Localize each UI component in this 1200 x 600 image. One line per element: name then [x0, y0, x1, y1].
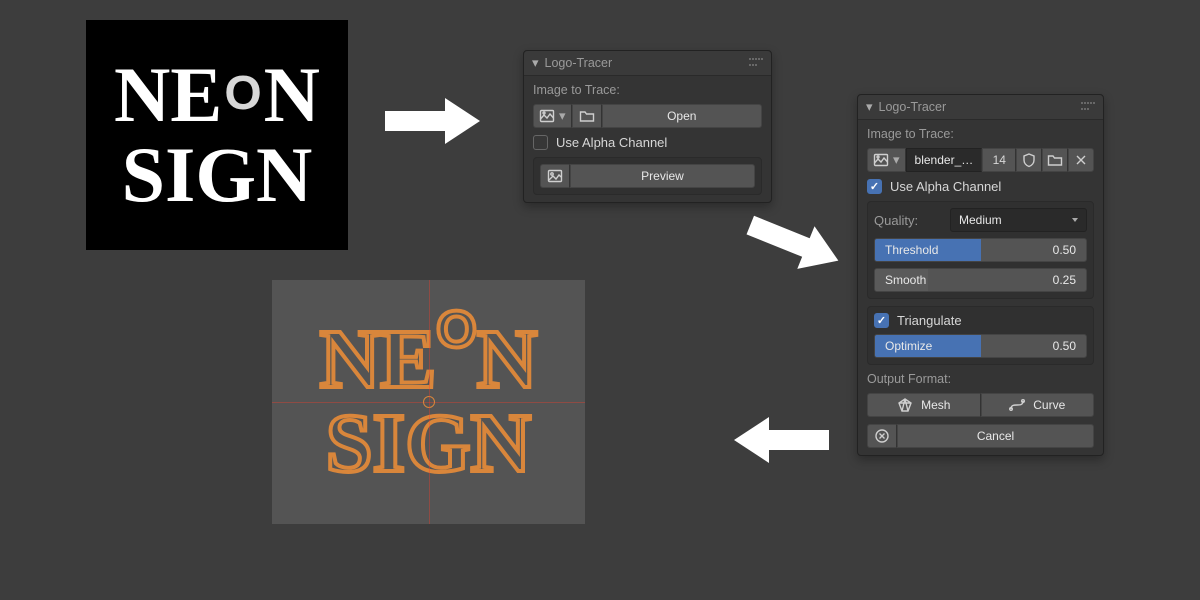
preview-button[interactable]: Preview	[570, 164, 755, 188]
chevron-down-icon: ▾	[893, 152, 900, 168]
out-neon-part2: N	[477, 318, 538, 402]
cancel-icon	[874, 428, 890, 444]
curve-button[interactable]: Curve	[981, 393, 1095, 417]
origin-marker-icon	[423, 396, 435, 408]
shield-icon	[1021, 152, 1037, 168]
src-neon-part1: NE	[114, 56, 222, 134]
smooth-value: 0.25	[1053, 273, 1086, 287]
checkbox-on-icon	[874, 313, 889, 328]
close-icon	[1073, 152, 1089, 168]
render-image-icon	[547, 168, 563, 184]
fake-user-button[interactable]	[1016, 148, 1042, 172]
drag-grip-icon[interactable]	[1081, 102, 1095, 112]
out-neon-o: O	[436, 300, 476, 384]
chevron-down-icon: ▾	[559, 108, 566, 124]
arrow-diag-icon	[745, 195, 875, 275]
panel-header[interactable]: ▾ Logo-Tracer	[858, 95, 1103, 120]
arrow-left-icon	[724, 415, 834, 465]
folder-icon	[1047, 152, 1063, 168]
triangulate-group: Triangulate Optimize 0.50	[867, 306, 1094, 365]
mesh-button[interactable]: Mesh	[867, 393, 981, 417]
smooth-slider[interactable]: Smooth 0.25	[874, 268, 1087, 292]
logo-tracer-panel-simple: ▾ Logo-Tracer Image to Trace: ▾ Open Use…	[523, 50, 772, 203]
optimize-value: 0.50	[1053, 339, 1086, 353]
file-name-field[interactable]: blender_…	[906, 148, 983, 172]
open-button[interactable]: Open	[602, 104, 762, 128]
checkbox-off-icon	[533, 135, 548, 150]
folder-button[interactable]	[1042, 148, 1068, 172]
src-sign: SIGN	[122, 136, 313, 214]
source-image: NE O N SIGN	[86, 20, 348, 250]
cancel-icon-button[interactable]	[867, 424, 897, 448]
panel-title: Logo-Tracer	[879, 100, 1081, 114]
folder-button[interactable]	[572, 104, 602, 128]
out-neon-part1: NE	[320, 318, 437, 402]
use-alpha-checkbox[interactable]: Use Alpha Channel	[867, 179, 1094, 194]
src-neon-part2: N	[264, 56, 320, 134]
optimize-slider[interactable]: Optimize 0.50	[874, 334, 1087, 358]
curve-icon	[1009, 397, 1025, 413]
disclosure-triangle-icon: ▾	[866, 99, 873, 115]
output-format-label: Output Format:	[867, 372, 1094, 386]
logo-tracer-panel-full: ▾ Logo-Tracer Image to Trace: ▾ blender_…	[857, 94, 1104, 456]
use-alpha-checkbox[interactable]: Use Alpha Channel	[533, 135, 762, 150]
optimize-label: Optimize	[875, 339, 932, 353]
checkbox-on-icon	[867, 179, 882, 194]
unlink-button[interactable]	[1068, 148, 1094, 172]
preview-icon-button[interactable]	[540, 164, 570, 188]
traced-output-viewport: NE O N SIGN	[272, 280, 585, 524]
quality-dropdown[interactable]: Medium	[950, 208, 1087, 232]
smooth-label: Smooth	[875, 273, 926, 287]
cancel-button[interactable]: Cancel	[897, 424, 1094, 448]
panel-header[interactable]: ▾ Logo-Tracer	[524, 51, 771, 76]
file-users-count[interactable]: 14	[982, 148, 1016, 172]
threshold-label: Threshold	[875, 243, 938, 257]
image-icon	[873, 152, 889, 168]
disclosure-triangle-icon: ▾	[532, 55, 539, 71]
triangulate-checkbox[interactable]: Triangulate	[874, 313, 1087, 328]
image-to-trace-label: Image to Trace:	[867, 127, 1094, 141]
panel-title: Logo-Tracer	[545, 56, 749, 70]
arrow-right-icon	[380, 96, 490, 146]
drag-grip-icon[interactable]	[749, 58, 763, 68]
folder-icon	[579, 108, 595, 124]
quality-group: Quality: Medium Threshold 0.50 Smooth 0.…	[867, 201, 1094, 299]
image-browse-dropdown[interactable]: ▾	[867, 148, 906, 172]
image-icon	[539, 108, 555, 124]
image-to-trace-label: Image to Trace:	[533, 83, 762, 97]
image-browse-dropdown[interactable]: ▾	[533, 104, 572, 128]
use-alpha-label: Use Alpha Channel	[556, 135, 667, 150]
triangulate-label: Triangulate	[897, 313, 962, 328]
src-neon-o: O	[224, 70, 261, 118]
out-sign: SIGN	[326, 402, 531, 486]
mesh-icon	[897, 397, 913, 413]
use-alpha-label: Use Alpha Channel	[890, 179, 1001, 194]
threshold-value: 0.50	[1053, 243, 1086, 257]
quality-label: Quality:	[874, 213, 940, 228]
threshold-slider[interactable]: Threshold 0.50	[874, 238, 1087, 262]
